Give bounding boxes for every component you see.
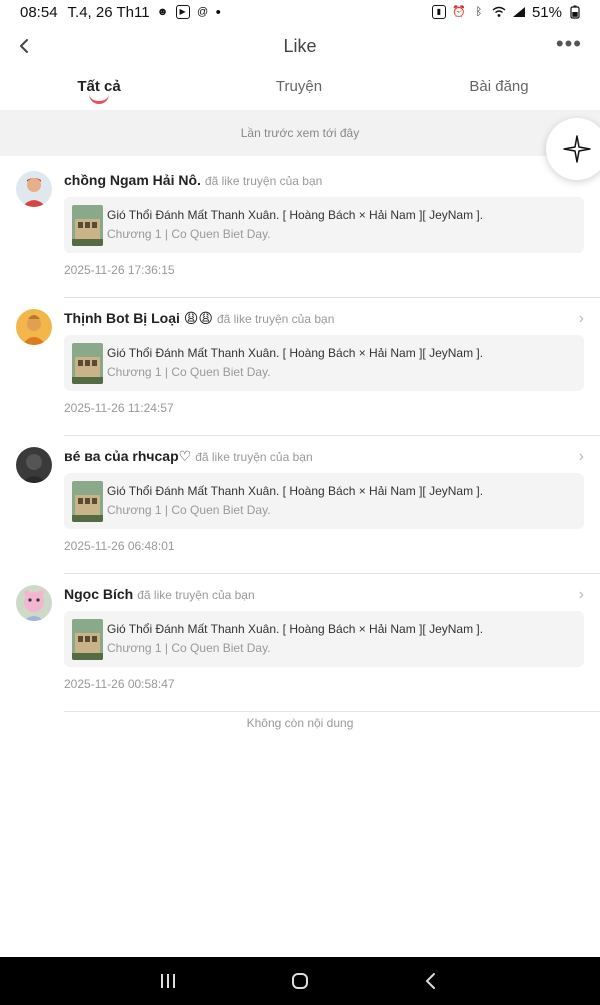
like-action-text: đã like truyện của bạn [195,450,313,464]
story-chapter: Chương 1 | Co Quen Biet Day. [107,365,271,379]
nav-back-icon [426,973,435,989]
home-button[interactable] [287,969,313,993]
story-title: Gió Thổi Đánh Mất Thanh Xuân. [ Hoàng Bá… [107,484,484,498]
more-dots-icon: ••• [555,31,582,56]
story-thumbnail [72,343,103,384]
like-header: chồng Ngam Hải Nô. đã like truyện của bạn [64,172,560,190]
story-card[interactable]: Gió Thổi Đánh Mất Thanh Xuân. [ Hoàng Bá… [64,335,584,391]
like-action-text: đã like truyện của bạn [216,312,335,326]
home-icon [292,973,308,989]
date: T.4, 26 Th11 [67,3,150,21]
notification-dot: • [215,3,221,21]
messenger-icon: ☻ [156,5,169,18]
chevron-right-icon[interactable]: › [579,448,584,466]
like-header: вé ва của rhчcap♡ đã like truyện của bạn [64,448,560,466]
bluetooth-icon: ᛒ [475,5,483,18]
status-bar: 08:54 T.4, 26 Th11 ☻ ▶ @ • ▮ ⏰ ᛒ 51% [0,0,600,24]
story-thumbnail [72,619,103,660]
story-title: Gió Thổi Đánh Mất Thanh Xuân. [ Hoàng Bá… [107,208,484,222]
list-item[interactable]: chồng Ngam Hải Nô. đã like truyện của bạn… [0,160,600,298]
system-back-button[interactable] [418,969,444,993]
story-card[interactable]: Gió Thổi Đánh Mất Thanh Xuân. [ Hoàng Bá… [64,611,584,667]
no-more-content: Không còn nội dung [246,716,354,730]
timestamp: 2025-11-26 00:58:47 [64,677,175,691]
story-thumbnail [72,481,103,522]
avatar[interactable] [16,585,52,621]
username[interactable]: Ngọc Bích [64,586,133,602]
recents-icon [161,974,175,988]
list-item[interactable]: Thịnh Bot Bị Loại 😩😩 đã like truyện của b… [0,298,600,436]
like-header: Thịnh Bot Bị Loại 😩😩 đã like truyện của b… [64,310,560,328]
tab-stories[interactable]: Truyện [276,78,322,95]
tab-posts[interactable]: Bài đăng [469,78,528,95]
sparkle-scribble: ~~ [574,141,580,147]
timestamp: 2025-11-26 06:48:01 [64,539,175,553]
timestamp: 2025-11-26 17:36:15 [64,263,175,277]
story-chapter: Chương 1 | Co Quen Biet Day. [107,503,271,517]
username[interactable]: вé ва của rhчcap♡ [64,448,191,464]
like-action-text: đã like truyện của bạn [137,588,255,602]
story-title: Gió Thổi Đánh Mất Thanh Xuân. [ Hoàng Bá… [107,622,484,636]
avatar[interactable] [16,171,52,207]
chevron-right-icon[interactable]: › [579,310,584,328]
story-thumbnail [72,205,103,246]
clock: 08:54 [20,3,58,21]
story-card[interactable]: Gió Thổi Đánh Mất Thanh Xuân. [ Hoàng Bá… [64,197,584,253]
list-item[interactable]: вé ва của rhчcap♡ đã like truyện của bạn … [0,436,600,574]
more-button[interactable]: ••• [555,31,582,56]
threads-icon: @ [196,5,209,18]
top-bar: Like ••• [0,28,600,66]
divider [64,711,600,712]
recents-button[interactable] [155,969,181,993]
timestamp: 2025-11-26 11:24:57 [64,401,174,415]
tab-bar: Tất cả Truyện Bài đăng [0,72,600,108]
username[interactable]: chồng Ngam Hải Nô. [64,172,201,188]
battery-saver-icon: ▮ [431,5,446,19]
signal-icon [512,5,526,19]
story-chapter: Chương 1 | Co Quen Biet Day. [107,641,271,655]
chevron-right-icon[interactable]: › [579,586,584,604]
video-app-icon: ▶ [175,5,190,19]
avatar[interactable] [16,309,52,345]
like-list: chồng Ngam Hải Nô. đã like truyện của bạn… [0,160,600,712]
like-header: Ngọc Bích đã like truyện của bạn [64,586,560,604]
story-card[interactable]: Gió Thổi Đánh Mất Thanh Xuân. [ Hoàng Bá… [64,473,584,529]
battery-icon [568,5,582,19]
battery-level: 51% [531,3,562,21]
avatar[interactable] [16,447,52,483]
username[interactable]: Thịnh Bot Bị Loại 😩😩 [64,310,213,326]
wifi-icon [492,5,506,19]
list-item[interactable]: Ngọc Bích đã like truyện của bạn › Gió Th… [0,574,600,712]
alarm-icon: ⏰ [452,5,466,18]
story-chapter: Chương 1 | Co Quen Biet Day. [107,227,271,241]
tab-all[interactable]: Tất cả [77,78,120,95]
last-seen-banner: Lần trước xem tới đây [0,110,600,156]
like-action-text: đã like truyện của bạn [204,174,323,188]
page-title: Like [283,36,317,56]
system-nav-bar [0,957,600,1005]
story-title: Gió Thổi Đánh Mất Thanh Xuân. [ Hoàng Bá… [107,346,484,360]
